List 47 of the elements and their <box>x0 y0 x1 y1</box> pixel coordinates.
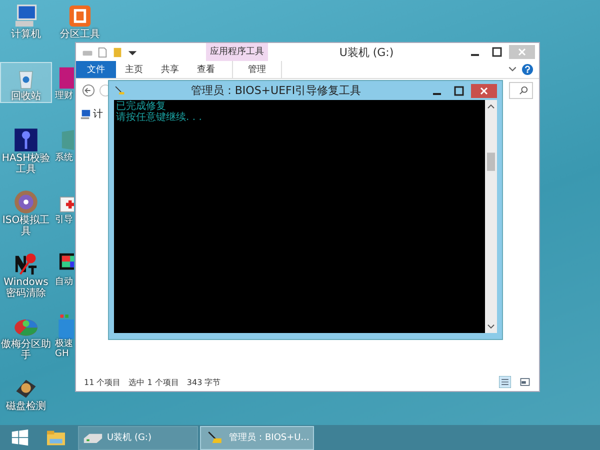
ribbon-tab[interactable]: 主页 <box>116 61 152 78</box>
taskbar-button[interactable]: U装机 (G:) <box>78 426 198 450</box>
help-icon[interactable] <box>522 64 533 75</box>
status-text: 选中 1 个项目 <box>128 376 179 388</box>
document-icon[interactable] <box>97 46 108 58</box>
preview-view-icon[interactable] <box>519 376 531 388</box>
monitor-icon <box>13 3 39 29</box>
computer-icon <box>80 108 91 120</box>
app-icon <box>67 3 93 29</box>
desktop-shortcut[interactable]: 傲梅分区助手 <box>0 310 52 362</box>
folder-icon[interactable] <box>46 428 66 446</box>
app-icon <box>57 313 74 339</box>
desktop-shortcut[interactable]: 磁盘检测 <box>0 372 52 413</box>
details-view-icon[interactable] <box>499 376 511 388</box>
desktop-shortcut[interactable]: 回收站 <box>0 62 52 103</box>
desktop-shortcut[interactable]: 系统 <box>54 124 75 164</box>
desktop-shortcut[interactable]: Windows密码清除 <box>0 248 52 300</box>
desktop-shortcut[interactable]: 分区工具 <box>54 0 106 41</box>
disc-icon <box>13 189 39 215</box>
broom-icon <box>114 85 125 96</box>
status-text: 11 个项目 <box>84 376 121 388</box>
key-icon <box>13 251 39 277</box>
desktop-shortcut[interactable]: 计算机 <box>0 0 52 41</box>
desktop-shortcut[interactable]: ISO模拟工具 <box>0 186 52 238</box>
ribbon-tab[interactable]: 查看 <box>188 61 224 78</box>
desktop-shortcut[interactable]: 理财 <box>54 62 75 102</box>
context-tab-group: 应用程序工具 <box>206 43 268 61</box>
console-text: 已完成修复 <box>116 101 166 112</box>
ribbon-tab[interactable]: 管理 <box>232 61 282 78</box>
status-text: 343 字节 <box>186 376 221 388</box>
window-title: U装机 (G:) <box>338 44 395 60</box>
ribbon-tab[interactable]: 文件 <box>76 61 116 78</box>
back-icon[interactable] <box>82 84 95 96</box>
key-icon <box>13 127 39 153</box>
scrollbar[interactable] <box>485 100 497 333</box>
close-icon[interactable] <box>471 84 497 98</box>
desktop-shortcut[interactable]: HASH校验工具 <box>0 124 52 176</box>
search-field[interactable] <box>509 82 533 98</box>
ribbon-tab[interactable]: 共享 <box>152 61 188 78</box>
desktop-shortcut[interactable]: 极速 GH <box>54 310 75 360</box>
windows-logo-icon[interactable] <box>10 428 30 446</box>
taskbar-button[interactable]: 管理员：BIOS+U... <box>200 426 314 450</box>
navigation-item[interactable]: 计 <box>80 107 108 121</box>
console-text: 请按任意键继续. . . <box>116 112 203 123</box>
drive-icon <box>83 431 103 444</box>
window-title: 管理员：BIOS+UEFI引导修复工具 <box>190 83 362 98</box>
search-icon <box>519 86 528 94</box>
